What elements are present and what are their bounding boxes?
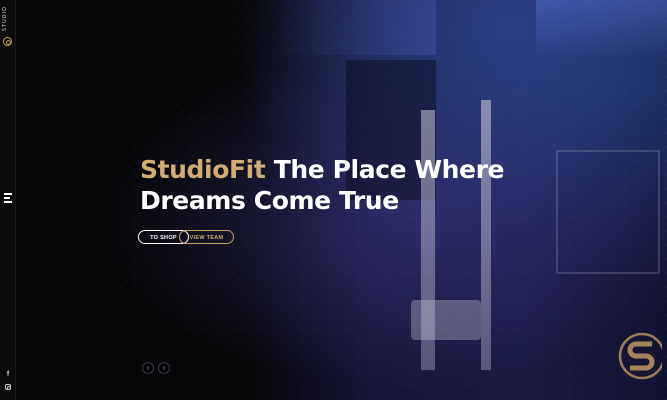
logo-text: STUDIO xyxy=(2,6,8,32)
prev-slide-button[interactable]: ‹ xyxy=(142,362,154,374)
ceiling-light xyxy=(536,0,667,60)
view-team-button[interactable]: VIEW TEAM xyxy=(179,230,234,244)
headline-line2: Dreams Come True xyxy=(140,186,399,215)
next-slide-button[interactable]: › xyxy=(158,362,170,374)
gym-rack xyxy=(556,150,660,274)
headline-brand: StudioFit xyxy=(140,155,266,184)
gym-machine-post xyxy=(481,100,491,370)
gym-machine-seat xyxy=(411,300,481,340)
headline-line1: The Place Where xyxy=(273,155,505,184)
sidebar: STUDIO f xyxy=(0,0,16,400)
studiofit-emblem-icon xyxy=(618,332,662,380)
facebook-icon[interactable]: f xyxy=(4,371,12,379)
menu-icon[interactable] xyxy=(4,193,12,205)
instagram-icon[interactable] xyxy=(4,383,12,391)
logo-mark-icon xyxy=(3,37,12,46)
hero-headline: StudioFit The Place Where Dreams Come Tru… xyxy=(140,154,504,216)
gym-background-image xyxy=(276,0,436,55)
